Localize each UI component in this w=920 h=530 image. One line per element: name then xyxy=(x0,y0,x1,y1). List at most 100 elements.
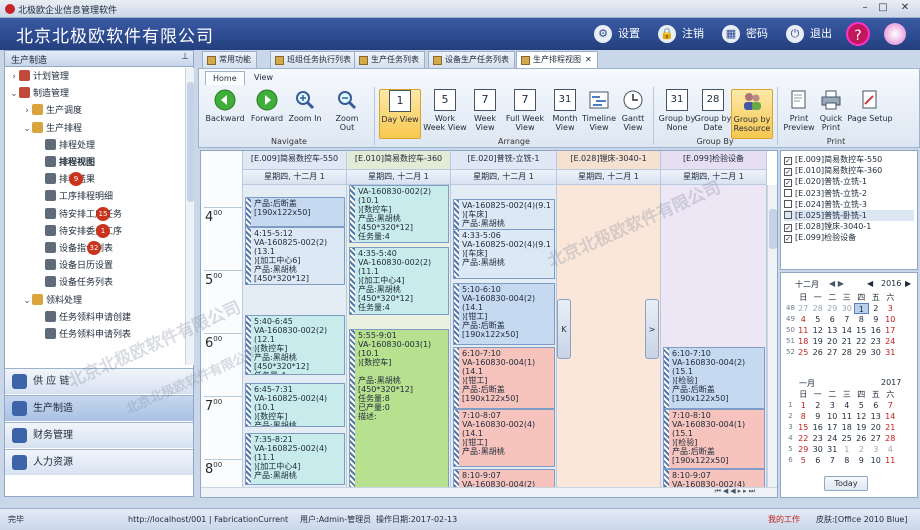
tree-item[interactable]: 设备任务列表 xyxy=(35,275,113,292)
calendar-day[interactable]: 21 xyxy=(840,336,855,347)
calendar-day[interactable]: 10 xyxy=(883,314,898,325)
password-button[interactable]: ▦ 密码 xyxy=(722,24,768,44)
calendar-day[interactable]: 16 xyxy=(869,325,884,336)
my-work-link[interactable]: 我的工作 xyxy=(768,510,800,530)
calendar-day[interactable]: 30 xyxy=(869,347,884,358)
module-nav-item[interactable]: 财务管理 xyxy=(5,422,193,448)
group-by-date-button[interactable]: 28 Group by Date xyxy=(693,89,733,139)
calendar-day[interactable]: 4 xyxy=(840,400,855,411)
calendar-day[interactable]: 5 xyxy=(811,314,826,325)
expand-icon[interactable]: ⌄ xyxy=(22,293,32,310)
tree-item[interactable]: 排程结果9 xyxy=(35,172,95,189)
work-week-view-button[interactable]: 5 Work Week View xyxy=(423,89,467,139)
calendar-day[interactable]: 6 xyxy=(869,400,884,411)
calendar-month-jan[interactable]: 日一二三四五六 1 1 2 3 4 5 6 7 2 8 9 10 11 12 13 14 3 15 16 17 18 19 2… xyxy=(785,389,898,466)
previous-appointment-button[interactable]: K xyxy=(557,299,571,359)
calendar-day[interactable]: 26 xyxy=(811,347,826,358)
resource-checkbox[interactable]: ✓ [E.028]镗床-3040-1 xyxy=(784,221,871,233)
appointment[interactable]: 7:10-8:10 VA-160830-004(1)(15.1 )[检验] 产品… xyxy=(663,409,765,469)
tree-item[interactable]: ⌄ 领料处理 xyxy=(22,293,82,310)
calendar-day[interactable]: 4 xyxy=(883,444,898,455)
appointment[interactable]: 7:10-8:07 VA-160830-002(4)(14.1 )[钳工] 产品… xyxy=(453,409,555,467)
resource-checkbox[interactable]: ✓ [E.020]普铣-立铣-1 xyxy=(784,176,867,188)
tree-item[interactable]: 工序排程明细 xyxy=(35,189,113,206)
calendar-day[interactable]: 9 xyxy=(869,314,884,325)
resource-checkbox[interactable]: ✓ [E.099]检验设备 xyxy=(784,232,856,244)
resource-checkbox[interactable]: [E.023]普铣-立铣-2 xyxy=(784,188,867,199)
calendar-day[interactable]: 19 xyxy=(811,336,826,347)
calendar-day[interactable]: 4 xyxy=(796,314,811,325)
backward-button[interactable]: Backward xyxy=(205,89,245,139)
calendar-day[interactable]: 8 xyxy=(840,455,855,466)
calendar-day[interactable]: 28 xyxy=(840,347,855,358)
group-by-resource-button[interactable]: Group by Resource xyxy=(731,89,773,139)
appointment[interactable]: 6:10-7:10 VA-160830-004(1)(14.1 )[钳工] 产品… xyxy=(453,347,555,409)
full-week-view-button[interactable]: 7 Full Week View xyxy=(503,89,547,139)
calendar-day[interactable]: 3 xyxy=(869,444,884,455)
group-by-none-button[interactable]: 31 Group by None xyxy=(657,89,697,139)
appointment[interactable]: 产品:后断盖 [190x122x50] xyxy=(245,197,345,227)
close-tab-icon[interactable]: ✕ xyxy=(585,55,592,64)
appointment[interactable]: 6:10-7:10 VA-160830-004(2)(15.1 )[检验] 产品… xyxy=(663,347,765,409)
tree-item[interactable]: 任务领料申请创建 xyxy=(35,310,131,327)
calendar-day[interactable]: 27 xyxy=(796,303,811,314)
calendar-day[interactable]: 10 xyxy=(869,455,884,466)
calendar-day[interactable]: 13 xyxy=(869,411,884,422)
calendar-day[interactable]: 2 xyxy=(869,303,884,314)
calendar-day[interactable]: 1 xyxy=(840,444,855,455)
resource-checkbox[interactable]: ✓ [E.009]简易数控车-550 xyxy=(784,154,882,165)
scheduler-vertical-scrollbar[interactable] xyxy=(767,185,777,487)
calendar-day[interactable]: 29 xyxy=(825,303,840,314)
calendar-day[interactable]: 16 xyxy=(811,422,826,433)
appointment[interactable]: 5:40-6:45 VA-160830-002(2)(12.1 )[数控车] 产… xyxy=(245,315,345,375)
day-view-button[interactable]: 1 Day View xyxy=(379,89,421,139)
appointment[interactable]: 4:35-5:40 VA-160830-002(2)(11.1 )[加工中心4]… xyxy=(349,247,449,315)
calendar-day[interactable]: 15 xyxy=(854,325,869,336)
tree-item[interactable]: 待安排委外工序 1 xyxy=(35,223,122,241)
gantt-view-button[interactable]: Gantt View xyxy=(613,89,653,139)
scheduler-horizontal-scrollbar[interactable]: ⏮◀◀▸▸⏭ xyxy=(201,487,777,497)
calendar-day[interactable]: 20 xyxy=(869,422,884,433)
pin-icon[interactable]: ⊥ xyxy=(181,52,189,62)
calendar-day[interactable]: 26 xyxy=(854,433,869,444)
calendar-day[interactable]: 30 xyxy=(811,444,826,455)
calendar-day[interactable]: 14 xyxy=(883,411,898,422)
tree-item[interactable]: ⌄ 制造管理 xyxy=(9,86,69,103)
zoom-in-button[interactable]: Zoom In xyxy=(285,89,325,139)
calendar-day[interactable]: 17 xyxy=(883,325,898,336)
week-view-button[interactable]: 7 Week View xyxy=(465,89,505,139)
calendar-day[interactable]: 18 xyxy=(796,336,811,347)
calendar-day[interactable]: 31 xyxy=(825,444,840,455)
calendar-day[interactable]: 18 xyxy=(840,422,855,433)
zoom-out-button[interactable]: Zoom Out xyxy=(327,89,367,139)
calendar-day[interactable]: 7 xyxy=(840,314,855,325)
close-window-button[interactable]: ✕ xyxy=(898,2,912,14)
calendar-day[interactable]: 8 xyxy=(796,411,811,422)
tree-item[interactable]: 设备指令列表 32 xyxy=(35,241,113,258)
calendar-day[interactable]: 8 xyxy=(854,314,869,325)
calendar-day[interactable]: 9 xyxy=(854,455,869,466)
maximize-button[interactable]: □ xyxy=(876,2,890,14)
calendar-day[interactable]: 25 xyxy=(840,433,855,444)
calendar-day[interactable]: 22 xyxy=(796,433,811,444)
ribbon-tab-home[interactable]: Home xyxy=(205,71,245,85)
expand-icon[interactable]: ⌄ xyxy=(22,121,32,138)
calendar-day[interactable]: 29 xyxy=(796,444,811,455)
page-setup-button[interactable]: Page Setup xyxy=(847,89,893,139)
tree-item[interactable]: 任务领料申请列表 xyxy=(35,327,131,344)
calendar-day[interactable]: 28 xyxy=(883,433,898,444)
calendar-day[interactable]: 12 xyxy=(811,325,826,336)
calendar-day[interactable]: 11 xyxy=(796,325,811,336)
calendar-day[interactable]: 7 xyxy=(825,455,840,466)
resource-header[interactable]: [E.010]简易数控车-360 xyxy=(347,151,451,170)
calendar-day[interactable]: 11 xyxy=(840,411,855,422)
calendar-day[interactable]: 1 xyxy=(854,303,869,314)
calendar-day[interactable]: 5 xyxy=(854,400,869,411)
calendar-day[interactable]: 31 xyxy=(883,347,898,358)
quick-print-button[interactable]: Quick Print xyxy=(811,89,851,139)
calendar-day[interactable]: 22 xyxy=(854,336,869,347)
calendar-day[interactable]: 3 xyxy=(825,400,840,411)
calendar-day[interactable]: 9 xyxy=(811,411,826,422)
resource-header[interactable]: [E.020]普铣-立铣-1 xyxy=(451,151,557,170)
calendar-day[interactable]: 23 xyxy=(869,336,884,347)
